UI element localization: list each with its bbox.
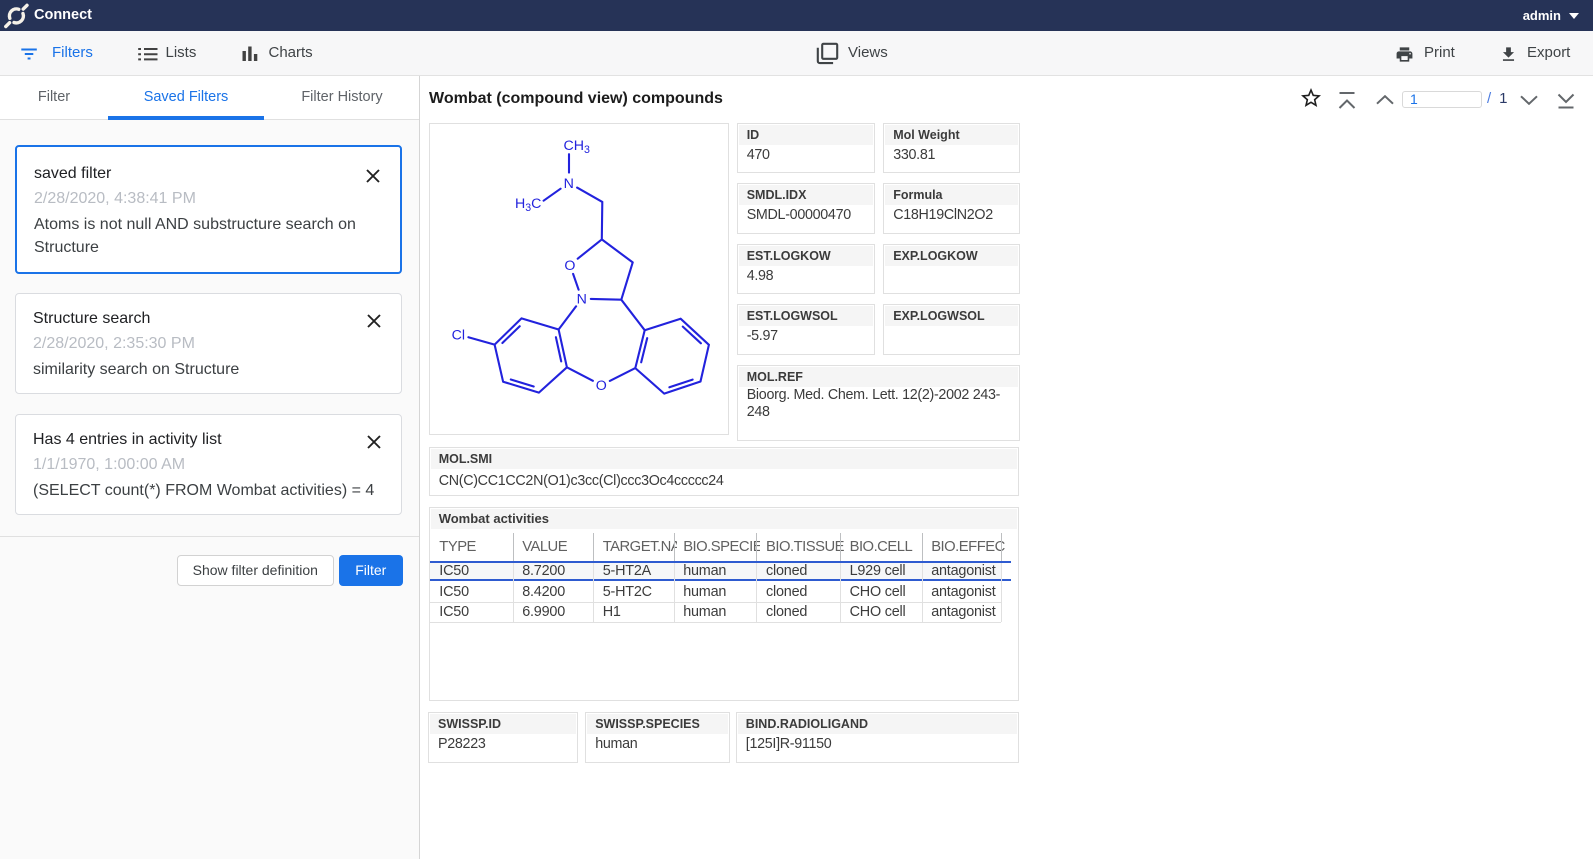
- svg-text:CH3: CH3: [563, 138, 590, 156]
- svg-text:O: O: [564, 258, 575, 274]
- svg-text:N: N: [563, 176, 573, 192]
- svg-text:N: N: [576, 292, 586, 308]
- svg-text:Cl: Cl: [451, 327, 464, 343]
- svg-text:O: O: [595, 378, 606, 394]
- svg-text:H3C: H3C: [515, 196, 541, 214]
